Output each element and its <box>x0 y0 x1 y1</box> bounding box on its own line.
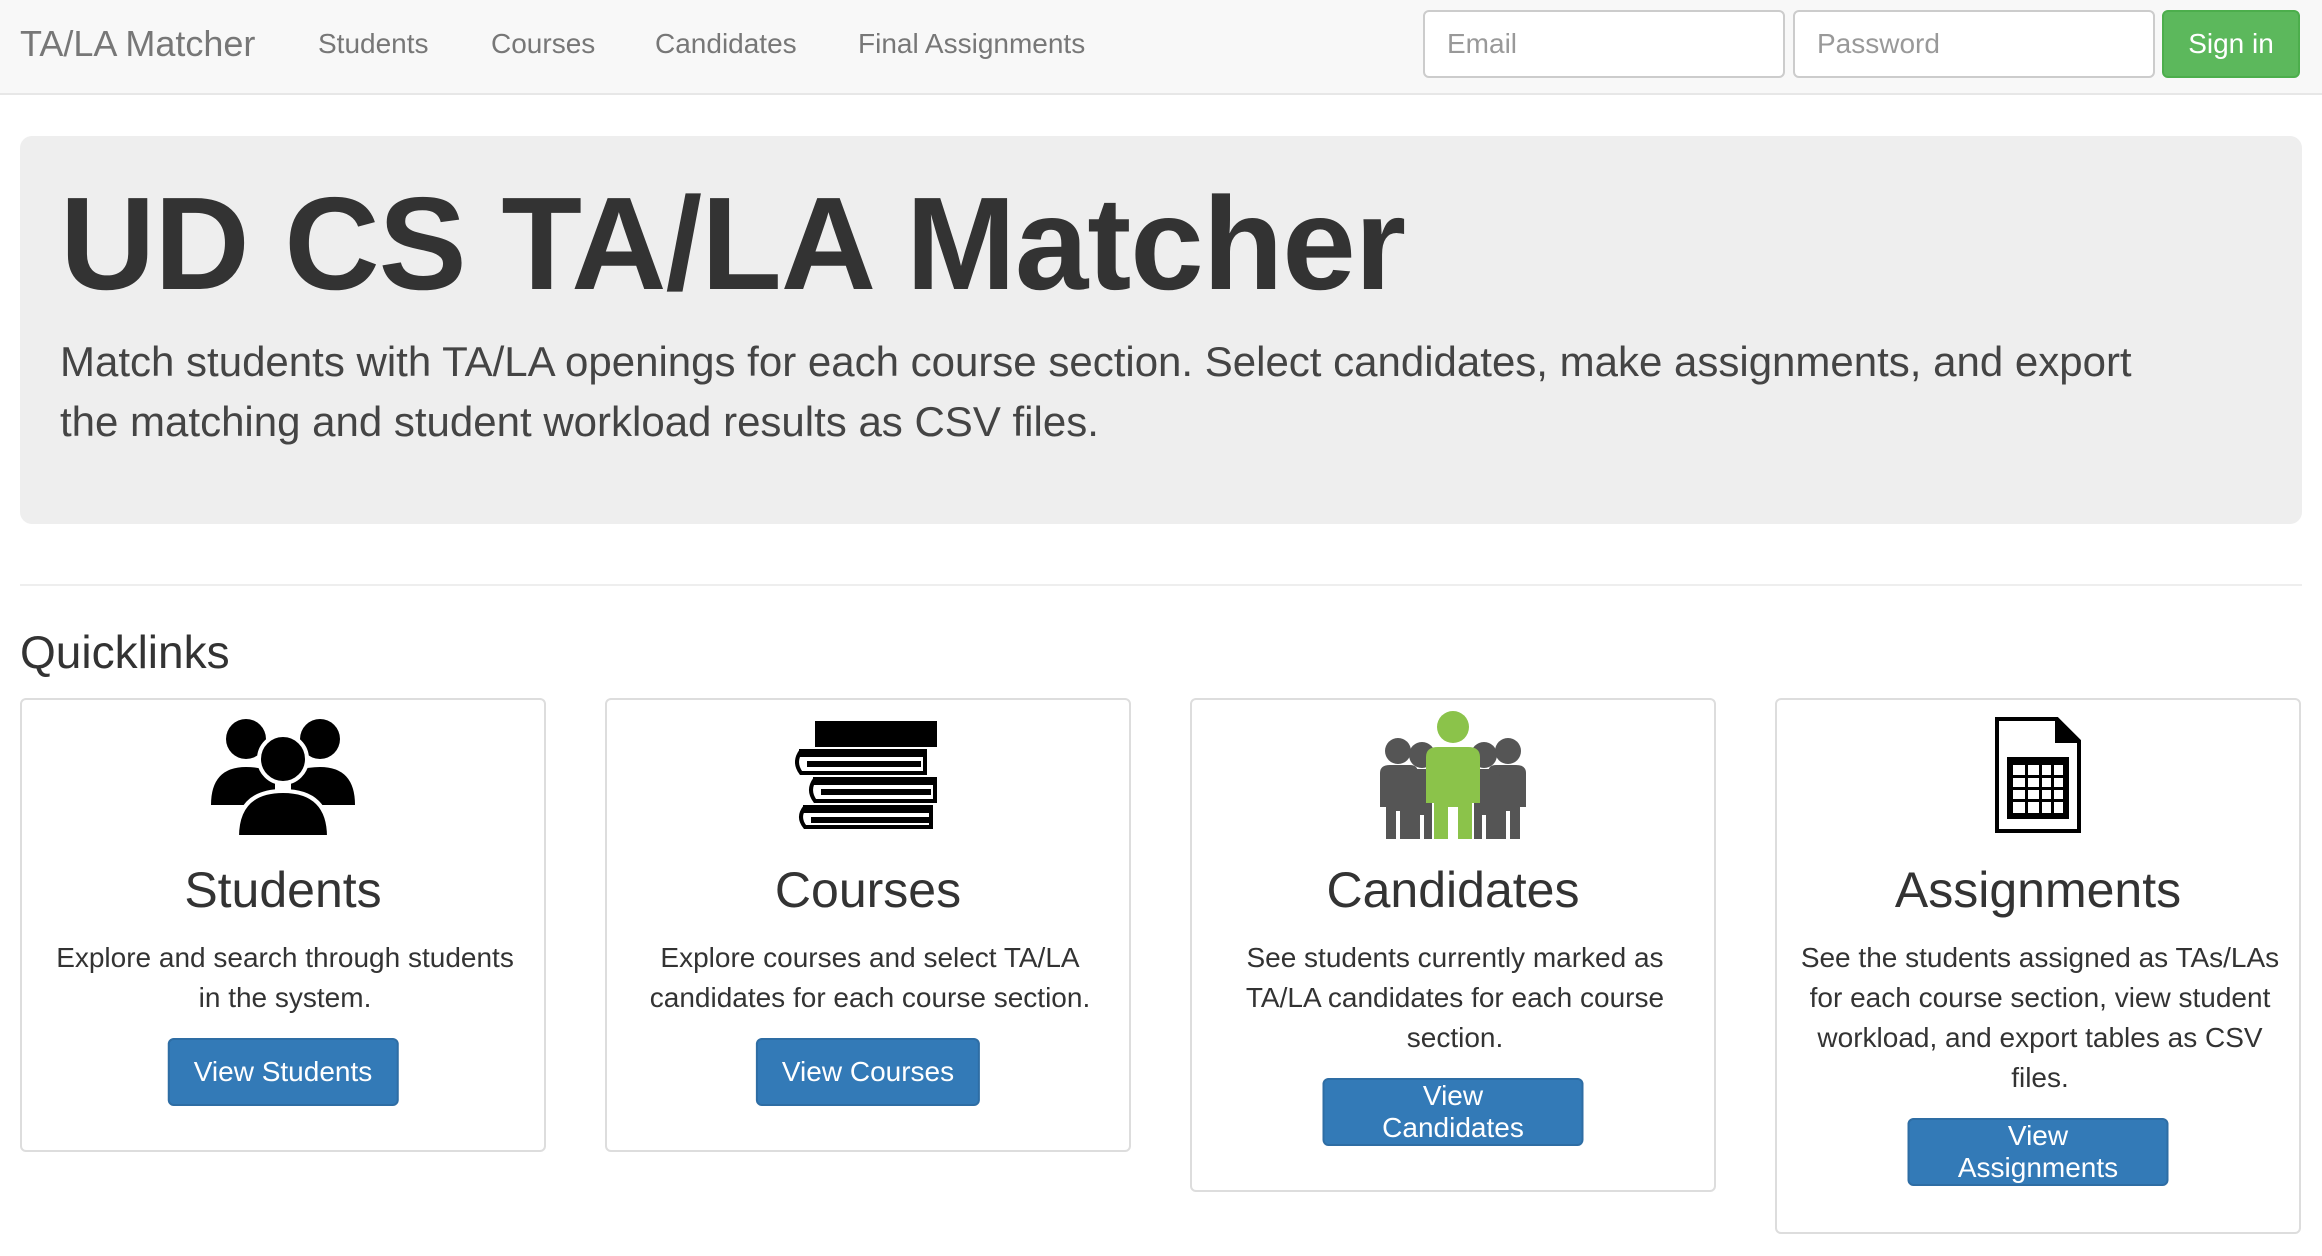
sign-in-button[interactable]: Sign in <box>2162 10 2300 78</box>
section-divider <box>20 584 2302 586</box>
card-assignments: Assignments See the students assigned as… <box>1775 698 2301 1234</box>
hero-description: Match students with TA/LA openings for e… <box>60 338 2132 445</box>
card-title-students: Students <box>184 862 382 918</box>
nav-link-students[interactable]: Students <box>318 26 429 62</box>
view-students-button[interactable]: View Students <box>167 1038 399 1106</box>
nav-link-candidates[interactable]: Candidates <box>655 26 797 62</box>
books-stack-icon <box>607 708 1129 842</box>
hero-jumbotron: UD CS TA/LA Matcher Match students with … <box>20 136 2302 524</box>
card-students: Students Explore and search through stud… <box>20 698 546 1152</box>
quicklinks-heading: Quicklinks <box>20 626 230 678</box>
card-description-assignments: See the students assigned as TAs/LAs for… <box>1800 942 2280 1093</box>
candidate-people-icon <box>1192 708 1714 842</box>
brand-link[interactable]: TA/LA Matcher <box>20 22 255 66</box>
password-input[interactable] <box>1793 10 2155 78</box>
card-title-assignments: Assignments <box>1894 862 2182 918</box>
view-candidates-button[interactable]: View Candidates <box>1322 1078 1584 1146</box>
card-title-courses: Courses <box>774 862 962 918</box>
spreadsheet-file-icon <box>1777 708 2299 842</box>
nav-link-courses[interactable]: Courses <box>491 26 595 62</box>
view-assignments-button[interactable]: View Assignments <box>1907 1118 2169 1186</box>
card-title-candidates: Candidates <box>1326 862 1580 918</box>
top-navbar: TA/LA Matcher Students Courses Candidate… <box>0 0 2322 95</box>
page-title: UD CS TA/LA Matcher <box>60 170 1406 317</box>
card-description-students: Explore and search through students in t… <box>56 942 514 1013</box>
users-group-icon <box>22 708 544 842</box>
card-description-candidates: See students currently marked as TA/LA c… <box>1245 942 1665 1053</box>
card-candidates: Candidates See students currently marked… <box>1190 698 1716 1192</box>
view-courses-button[interactable]: View Courses <box>755 1038 981 1106</box>
nav-link-final-assignments[interactable]: Final Assignments <box>858 26 1085 62</box>
card-courses: Courses Explore courses and select TA/LA… <box>605 698 1131 1152</box>
email-input[interactable] <box>1423 10 1785 78</box>
card-description-courses: Explore courses and select TA/LA candida… <box>649 942 1091 1013</box>
